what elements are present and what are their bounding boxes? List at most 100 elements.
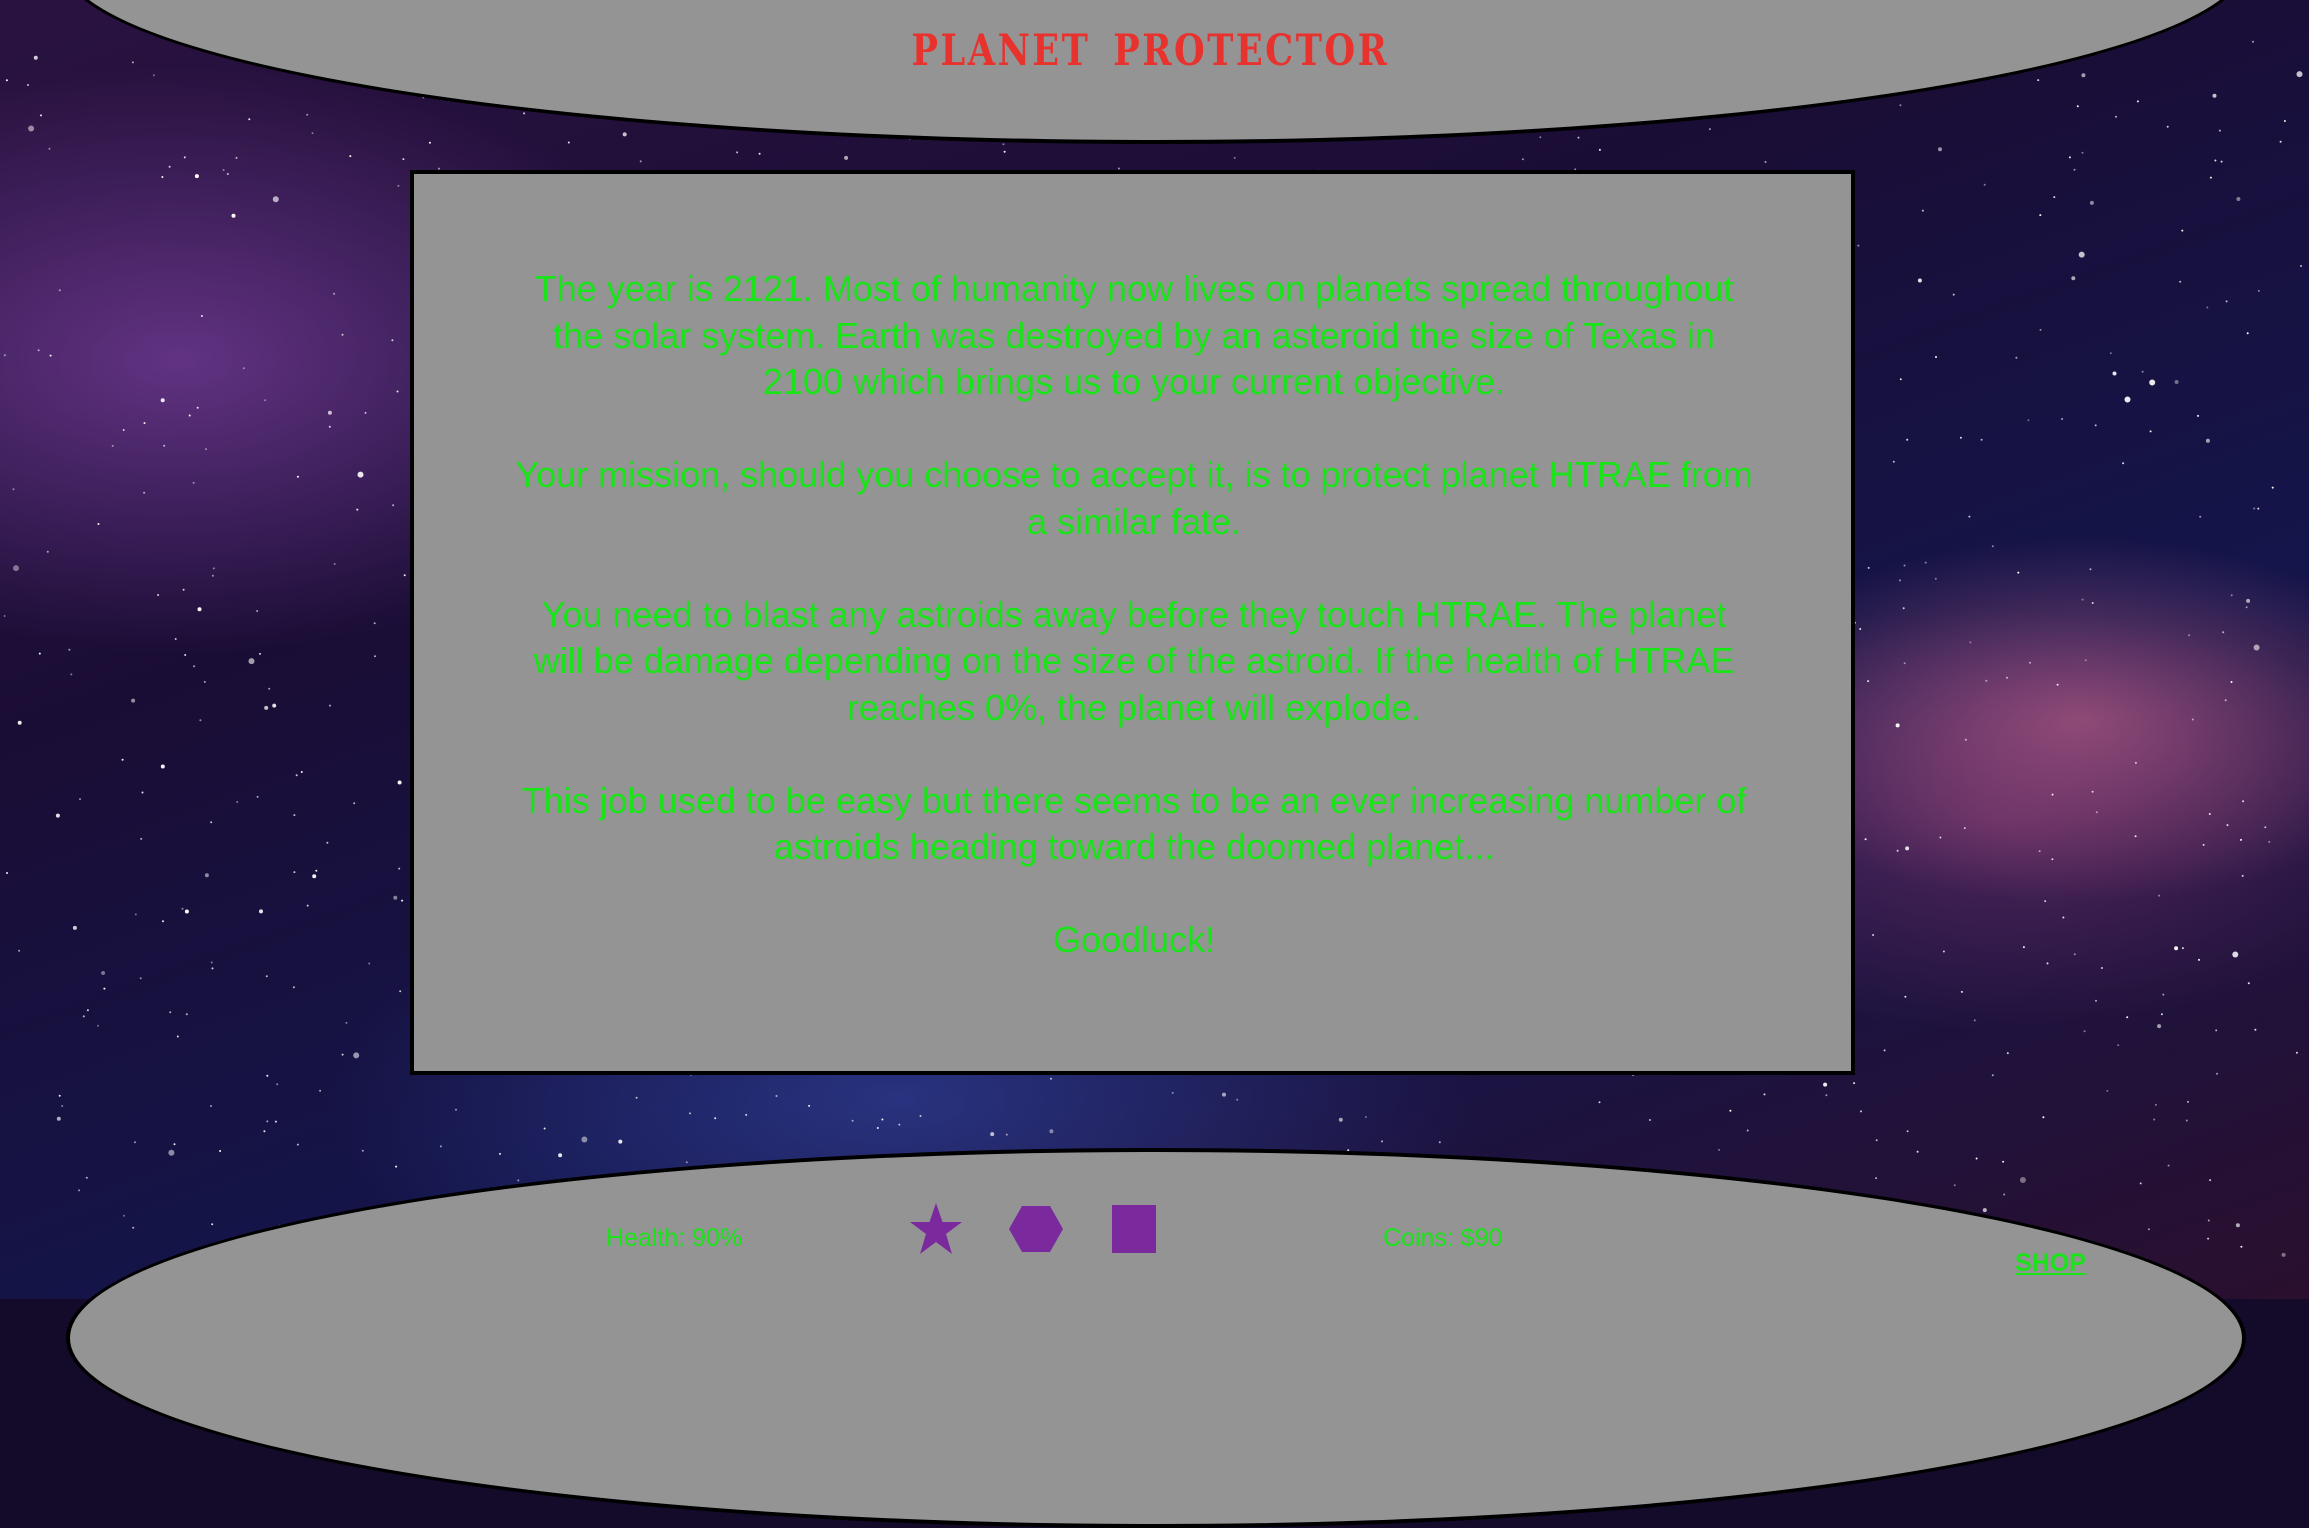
star-dot <box>273 704 276 707</box>
star-dot <box>1964 738 1967 741</box>
star-dot <box>1002 143 1005 146</box>
star-dot <box>1763 1093 1766 1096</box>
star-dot <box>685 1161 688 1164</box>
star-dot <box>2106 1089 2109 1092</box>
star-dot <box>1003 150 1006 153</box>
star-dot <box>1718 1148 1721 1151</box>
star-dot <box>49 354 52 357</box>
star-dot <box>134 913 137 916</box>
star-dot <box>163 444 166 447</box>
star-dot <box>844 155 849 160</box>
star-dot <box>295 774 298 777</box>
star-dot <box>1905 846 1910 851</box>
star-dot <box>2179 280 2182 283</box>
star-dot <box>2006 1052 2009 1055</box>
star-dot <box>326 841 329 844</box>
star-dot <box>2240 1245 2243 1248</box>
star-dot <box>61 1105 64 1107</box>
star-dot <box>919 1115 922 1117</box>
star-dot <box>1050 1077 1052 1080</box>
star-dot <box>2149 430 2152 433</box>
star-dot <box>264 705 269 710</box>
star-dot <box>197 607 202 612</box>
weapon-star-button[interactable] <box>908 1202 964 1256</box>
star-dot <box>689 1112 691 1115</box>
star-dot <box>2187 1100 2189 1103</box>
star-dot <box>428 141 431 144</box>
star-dot <box>168 165 171 168</box>
star-dot <box>393 895 398 900</box>
shop-link[interactable]: SHOP <box>2015 1249 2086 1278</box>
star-dot <box>2153 1118 2156 1121</box>
star-dot <box>1917 278 1922 283</box>
star-dot <box>2095 811 2098 814</box>
star-dot <box>353 802 356 805</box>
star-dot <box>1935 356 1937 358</box>
star-dot <box>1924 561 1927 564</box>
star-dot <box>2112 371 2117 376</box>
weapon-hexagon-button[interactable] <box>1008 1202 1064 1256</box>
star-dot <box>199 719 202 722</box>
star-dot <box>162 920 164 923</box>
star-dot <box>353 1052 360 1059</box>
star-dot <box>2081 598 2084 601</box>
star-dot <box>2283 120 2286 122</box>
star-dot <box>236 801 239 803</box>
star-dot <box>2281 1252 2286 1257</box>
star-dot <box>132 1226 135 1229</box>
star-dot <box>2037 79 2040 82</box>
star-dot <box>639 160 642 163</box>
star-dot <box>38 652 41 655</box>
star-dot <box>2084 659 2087 662</box>
star-dot <box>1539 136 1542 139</box>
star-dot <box>1963 827 1966 830</box>
star-dot <box>745 1113 748 1116</box>
star-dot <box>97 523 100 525</box>
star-dot <box>1364 1116 1367 1118</box>
star-dot <box>193 665 196 668</box>
star-dot <box>204 873 209 878</box>
star-dot <box>2188 634 2191 637</box>
star-dot <box>1959 436 1962 439</box>
star-dot <box>2226 824 2229 827</box>
star-dot <box>2039 328 2042 331</box>
star-dot <box>111 444 114 447</box>
star-dot <box>1872 934 1875 936</box>
star-dot <box>173 1143 176 1146</box>
star-dot <box>2076 105 2079 108</box>
story-text: The year is 2121. Most of humanity now l… <box>514 266 1754 1010</box>
star-dot <box>356 508 359 511</box>
star-dot <box>182 588 185 591</box>
star-dot <box>2073 953 2076 956</box>
star-dot <box>210 961 213 964</box>
star-dot <box>1969 641 1972 644</box>
star-dot <box>2230 681 2233 683</box>
star-dot <box>300 771 303 773</box>
star-dot <box>2230 594 2233 597</box>
star-dot <box>403 574 406 577</box>
weapon-square-button[interactable] <box>1108 1202 1164 1256</box>
star-dot <box>1903 662 1906 665</box>
star-dot <box>402 158 405 161</box>
star-dot <box>196 406 199 409</box>
star-dot <box>1236 1098 1239 1101</box>
star-dot <box>292 986 295 989</box>
star-dot <box>266 1074 269 1077</box>
star-dot <box>397 184 400 187</box>
star-dot <box>2197 414 2199 417</box>
star-icon <box>910 1203 962 1254</box>
star-dot <box>1985 679 1988 682</box>
star-dot <box>131 61 134 64</box>
star-dot <box>1171 1091 1174 1094</box>
star-dot <box>40 114 42 117</box>
star-dot <box>1968 515 1971 518</box>
star-dot <box>1906 438 1909 441</box>
star-dot <box>5 79 8 82</box>
star-dot <box>259 652 261 655</box>
star-dot <box>364 411 367 414</box>
star-dot <box>349 155 352 158</box>
star-dot <box>357 471 364 478</box>
star-dot <box>1577 136 1580 139</box>
star-dot <box>898 1123 901 1126</box>
star-dot <box>1222 1092 1226 1097</box>
